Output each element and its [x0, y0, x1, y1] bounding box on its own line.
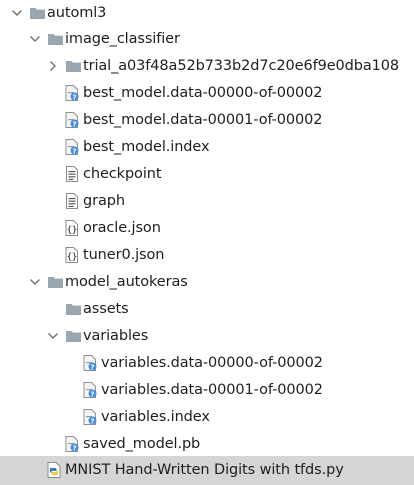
tree-node-label: best_model.data-00000-of-00002	[83, 85, 323, 101]
tree-node-label: variables.index	[101, 409, 210, 425]
unknown-file-icon: ?	[64, 84, 80, 102]
tree-node-python-script[interactable]: MNIST Hand-Written Digits with tfds.py	[0, 456, 414, 485]
folder-icon	[65, 300, 81, 318]
folder-icon	[65, 57, 81, 75]
unknown-file-icon: ?	[64, 111, 80, 129]
unknown-file-icon: ?	[64, 435, 80, 453]
tree-node-file[interactable]: checkpoint	[0, 161, 414, 188]
tree-node-variables[interactable]: variables	[0, 323, 414, 350]
tree-node-label: graph	[83, 193, 125, 209]
svg-text:?: ?	[90, 417, 94, 425]
tree-node-label: model_autokeras	[65, 274, 188, 290]
tree-node-file[interactable]: ? saved_model.pb	[0, 431, 414, 458]
chevron-down-icon[interactable]	[28, 31, 42, 47]
python-file-icon	[46, 461, 62, 479]
tree-node-file[interactable]: ? best_model.index	[0, 134, 414, 161]
tree-node-file[interactable]: {} oracle.json	[0, 215, 414, 242]
tree-node-file[interactable]: ? variables.index	[0, 404, 414, 431]
svg-text:?: ?	[72, 120, 76, 128]
svg-text:?: ?	[72, 444, 76, 452]
folder-icon	[47, 273, 63, 291]
chevron-down-icon[interactable]	[10, 5, 24, 21]
tree-node-label: automl3	[47, 5, 107, 21]
project-tree: automl3 image_classifier trial_a03f48a52…	[0, 0, 414, 485]
text-file-icon	[64, 192, 80, 210]
tree-node-file[interactable]: ? best_model.data-00001-of-00002	[0, 107, 414, 134]
tree-node-label: oracle.json	[83, 220, 161, 236]
tree-node-label: checkpoint	[83, 166, 162, 182]
tree-node-label: variables.data-00000-of-00002	[101, 355, 323, 371]
tree-node-file[interactable]: {} tuner0.json	[0, 242, 414, 269]
tree-node-image-classifier[interactable]: image_classifier	[0, 26, 414, 53]
unknown-file-icon: ?	[82, 408, 98, 426]
tree-node-automl3[interactable]: automl3	[0, 0, 414, 27]
unknown-file-icon: ?	[64, 138, 80, 156]
json-file-icon: {}	[64, 219, 80, 237]
tree-node-label: trial_a03f48a52b733b2d7c20e6f9e0dba108	[83, 58, 400, 74]
chevron-down-icon[interactable]	[28, 274, 42, 290]
tree-node-label: tuner0.json	[83, 247, 165, 263]
tree-node-file[interactable]: ? best_model.data-00000-of-00002	[0, 80, 414, 107]
tree-node-label: MNIST Hand-Written Digits with tfds.py	[65, 462, 344, 478]
tree-node-label: saved_model.pb	[83, 436, 201, 452]
tree-node-label: variables.data-00001-of-00002	[101, 382, 323, 398]
tree-node-file[interactable]: ? variables.data-00000-of-00002	[0, 350, 414, 377]
json-file-icon: {}	[64, 246, 80, 264]
chevron-right-icon[interactable]	[46, 58, 60, 74]
svg-text:?: ?	[72, 147, 76, 155]
unknown-file-icon: ?	[82, 354, 98, 372]
tree-node-label: image_classifier	[65, 31, 180, 47]
tree-node-label: assets	[83, 301, 129, 317]
svg-text:?: ?	[90, 390, 94, 398]
svg-text:?: ?	[90, 363, 94, 371]
svg-text:{}: {}	[67, 226, 77, 236]
tree-node-assets[interactable]: assets	[0, 296, 414, 323]
tree-node-model-autokeras[interactable]: model_autokeras	[0, 269, 414, 296]
tree-node-label: best_model.data-00001-of-00002	[83, 112, 323, 128]
folder-icon	[29, 4, 45, 22]
tree-node-trial[interactable]: trial_a03f48a52b733b2d7c20e6f9e0dba108	[0, 53, 414, 80]
tree-node-label: best_model.index	[83, 139, 210, 155]
tree-node-file[interactable]: ? variables.data-00001-of-00002	[0, 377, 414, 404]
svg-text:?: ?	[72, 93, 76, 101]
text-file-icon	[64, 165, 80, 183]
svg-text:{}: {}	[67, 253, 77, 263]
tree-node-label: variables	[83, 328, 149, 344]
tree-node-file[interactable]: graph	[0, 188, 414, 215]
unknown-file-icon: ?	[82, 381, 98, 399]
chevron-down-icon[interactable]	[46, 328, 60, 344]
folder-icon	[47, 30, 63, 48]
folder-icon	[65, 327, 81, 345]
